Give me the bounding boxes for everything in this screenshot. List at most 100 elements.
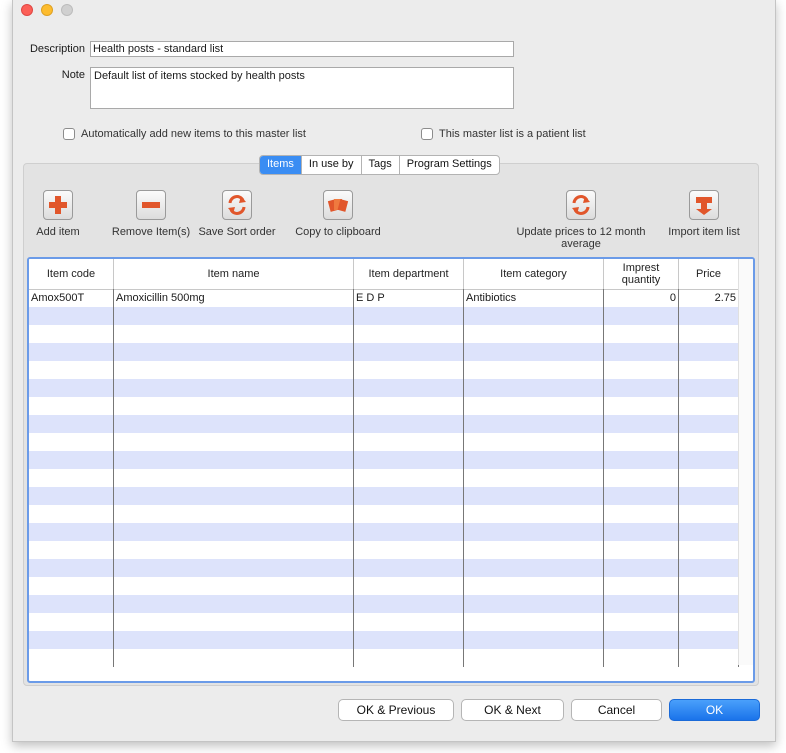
cell-item-name <box>114 325 354 343</box>
cell-imprest-quantity <box>604 433 679 451</box>
cell-item-department <box>354 379 464 397</box>
cell-price <box>679 559 739 577</box>
cell-imprest-quantity <box>604 595 679 613</box>
update-prices-button[interactable]: Update prices to 12 month average <box>507 190 655 250</box>
tab-in-use-by[interactable]: In use by <box>300 156 361 174</box>
cell-item-code <box>29 415 114 433</box>
ok-previous-button[interactable]: OK & Previous <box>338 699 454 721</box>
patient-list-checkbox[interactable]: This master list is a patient list <box>421 128 586 140</box>
empty-table-row[interactable] <box>29 631 739 649</box>
cell-item-category <box>464 433 604 451</box>
import-icon <box>689 190 719 220</box>
empty-table-row[interactable] <box>29 469 739 487</box>
cell-imprest-quantity <box>604 397 679 415</box>
cell-imprest-quantity <box>604 451 679 469</box>
empty-table-row[interactable] <box>29 415 739 433</box>
cell-item-department <box>354 361 464 379</box>
cell-item-code <box>29 397 114 415</box>
column-header-item-code[interactable]: Item code <box>29 259 114 289</box>
auto-add-checkbox[interactable]: Automatically add new items to this mast… <box>63 128 306 140</box>
cell-item-code <box>29 505 114 523</box>
empty-table-row[interactable] <box>29 613 739 631</box>
update-prices-label-line2: average <box>561 238 601 250</box>
empty-table-row[interactable] <box>29 307 739 325</box>
cell-item-department <box>354 649 464 667</box>
empty-table-row[interactable] <box>29 577 739 595</box>
cell-imprest-quantity <box>604 343 679 361</box>
column-header-item-name[interactable]: Item name <box>114 259 354 289</box>
empty-table-row[interactable] <box>29 487 739 505</box>
cards-icon <box>323 190 353 220</box>
cell-item-department <box>354 343 464 361</box>
save-sort-order-label: Save Sort order <box>198 226 276 238</box>
tab-items[interactable]: Items <box>260 156 301 174</box>
cancel-button[interactable]: Cancel <box>571 699 662 721</box>
cell-item-name <box>114 397 354 415</box>
cell-item-name <box>114 451 354 469</box>
cell-imprest-quantity <box>604 361 679 379</box>
tab-bar: Items In use by Tags Program Settings <box>259 155 500 175</box>
add-item-button[interactable]: Add item <box>29 190 87 238</box>
cell-item-code <box>29 595 114 613</box>
ok-button[interactable]: OK <box>669 699 760 721</box>
cell-item-department <box>354 505 464 523</box>
tab-program-settings[interactable]: Program Settings <box>398 156 499 174</box>
empty-table-row[interactable] <box>29 343 739 361</box>
column-header-imprest-quantity[interactable]: Imprest quantity <box>604 259 679 289</box>
column-header-item-category[interactable]: Item category <box>464 259 604 289</box>
cell-price <box>679 307 739 325</box>
column-header-item-department[interactable]: Item department <box>354 259 464 289</box>
copy-to-clipboard-button[interactable]: Copy to clipboard <box>291 190 385 238</box>
cell-item-code <box>29 379 114 397</box>
note-textarea[interactable]: Default list of items stocked by health … <box>90 67 514 109</box>
cell-item-department <box>354 487 464 505</box>
empty-table-row[interactable] <box>29 505 739 523</box>
empty-table-row[interactable] <box>29 361 739 379</box>
vertical-scrollbar[interactable] <box>738 259 753 665</box>
ok-next-button[interactable]: OK & Next <box>461 699 564 721</box>
cell-item-code <box>29 541 114 559</box>
cell-item-code: Amox500T <box>29 289 114 307</box>
cell-item-category <box>464 613 604 631</box>
table-header: Item code Item name Item department Item… <box>29 259 739 290</box>
items-table[interactable]: Item code Item name Item department Item… <box>27 257 755 683</box>
cell-price <box>679 415 739 433</box>
cell-price <box>679 631 739 649</box>
cell-item-name <box>114 307 354 325</box>
empty-table-row[interactable] <box>29 523 739 541</box>
note-label: Note <box>61 69 85 81</box>
empty-table-row[interactable] <box>29 379 739 397</box>
cell-item-name <box>114 505 354 523</box>
empty-table-row[interactable] <box>29 433 739 451</box>
empty-table-row[interactable] <box>29 451 739 469</box>
cell-imprest-quantity <box>604 487 679 505</box>
empty-table-row[interactable] <box>29 325 739 343</box>
cell-item-department <box>354 433 464 451</box>
checkbox-box[interactable] <box>421 128 433 140</box>
tab-tags[interactable]: Tags <box>360 156 399 174</box>
close-window-button[interactable] <box>21 4 33 16</box>
zoom-window-button[interactable] <box>61 4 73 16</box>
empty-table-row[interactable] <box>29 559 739 577</box>
import-item-list-button[interactable]: Import item list <box>661 190 747 238</box>
cell-item-name <box>114 613 354 631</box>
remove-items-button[interactable]: Remove Item(s) <box>109 190 193 238</box>
empty-table-row[interactable] <box>29 541 739 559</box>
plus-icon <box>43 190 73 220</box>
cell-item-name <box>114 523 354 541</box>
cell-imprest-quantity: 0 <box>604 289 679 307</box>
description-input[interactable]: Health posts - standard list <box>90 41 514 57</box>
save-sort-order-button[interactable]: Save Sort order <box>197 190 277 238</box>
checkbox-box[interactable] <box>63 128 75 140</box>
cell-item-code <box>29 469 114 487</box>
table-row[interactable]: Amox500T Amoxicillin 500mg E D P Antibio… <box>29 289 739 307</box>
title-bar <box>13 0 775 21</box>
cell-item-category <box>464 307 604 325</box>
empty-table-row[interactable] <box>29 397 739 415</box>
column-header-price[interactable]: Price <box>679 259 739 289</box>
minimize-window-button[interactable] <box>41 4 53 16</box>
cell-item-code <box>29 577 114 595</box>
empty-table-row[interactable] <box>29 595 739 613</box>
cell-item-department <box>354 541 464 559</box>
empty-table-row[interactable] <box>29 649 739 667</box>
